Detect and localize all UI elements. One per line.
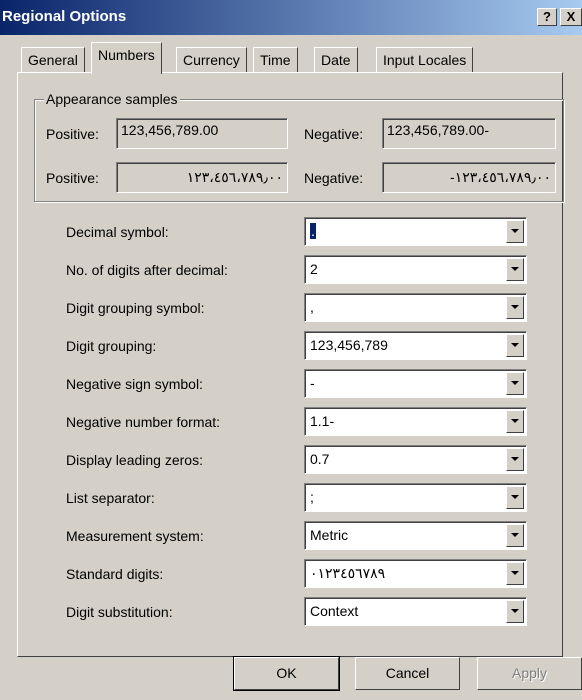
chevron-down-icon[interactable] xyxy=(506,220,524,243)
digit-substitution-label: Digit substitution: xyxy=(66,604,173,620)
list-separator-select[interactable]: ; xyxy=(304,483,527,512)
measurement-system-label: Measurement system: xyxy=(66,528,204,544)
negative-sample: 123,456,789.00- xyxy=(382,118,556,149)
measurement-system-select[interactable]: Metric xyxy=(304,521,527,550)
display-leading-zeros-value: 0.7 xyxy=(310,451,330,467)
tab-date[interactable]: Date xyxy=(314,47,358,72)
negative-native-label: Negative: xyxy=(304,170,364,186)
chevron-down-icon[interactable] xyxy=(506,258,524,281)
title-bar: Regional Options ? X xyxy=(0,0,582,35)
digit-grouping-symbol-value: , xyxy=(310,299,314,315)
measurement-system-value: Metric xyxy=(310,527,349,543)
tab-time[interactable]: Time xyxy=(253,47,298,72)
chevron-down-icon[interactable] xyxy=(506,524,524,547)
standard-digits-select[interactable]: ٠١٢٣٤٥٦٧٨٩ xyxy=(304,559,527,588)
chevron-down-icon[interactable] xyxy=(506,562,524,585)
chevron-down-icon[interactable] xyxy=(506,486,524,509)
positive-sample: 123,456,789.00 xyxy=(116,118,288,149)
chevron-down-icon[interactable] xyxy=(506,296,524,319)
digit-grouping-select[interactable]: 123,456,789 xyxy=(304,331,527,360)
decimal-symbol-label: Decimal symbol: xyxy=(66,224,169,240)
standard-digits-value: ٠١٢٣٤٥٦٧٨٩ xyxy=(310,565,386,581)
negative-sign-symbol-label: Negative sign symbol: xyxy=(66,376,203,392)
display-leading-zeros-label: Display leading zeros: xyxy=(66,452,203,468)
tab-numbers[interactable]: Numbers xyxy=(91,42,162,74)
standard-digits-label: Standard digits: xyxy=(66,566,164,582)
negative-sign-symbol-select[interactable]: - xyxy=(304,369,527,398)
chevron-down-icon[interactable] xyxy=(506,410,524,433)
digit-grouping-value: 123,456,789 xyxy=(310,337,388,353)
digit-grouping-symbol-label: Digit grouping symbol: xyxy=(66,300,205,316)
negative-label: Negative: xyxy=(304,126,364,142)
cancel-button[interactable]: Cancel xyxy=(355,657,460,690)
decimal-symbol-select[interactable]: . xyxy=(304,217,527,246)
negative-number-format-value: 1.1- xyxy=(310,413,335,429)
display-leading-zeros-select[interactable]: 0.7 xyxy=(304,445,527,474)
positive-native-sample: ١٢٣،٤٥٦،٧٨٩٫٠٠ xyxy=(116,162,288,193)
digits-after-decimal-select[interactable]: 2 xyxy=(304,255,527,284)
negative-number-format-label: Negative number format: xyxy=(66,414,221,430)
chevron-down-icon[interactable] xyxy=(506,600,524,623)
tab-input-locales[interactable]: Input Locales xyxy=(376,47,474,72)
tab-general[interactable]: General xyxy=(21,47,85,72)
apply-button[interactable]: Apply xyxy=(477,657,582,690)
tab-currency[interactable]: Currency xyxy=(176,47,247,72)
window-title: Regional Options xyxy=(2,8,127,25)
digits-after-decimal-value: 2 xyxy=(310,261,318,277)
positive-label: Positive: xyxy=(46,126,99,142)
chevron-down-icon[interactable] xyxy=(506,448,524,471)
list-separator-value: ; xyxy=(310,489,314,505)
negative-native-sample: -١٢٣،٤٥٦،٧٨٩٫٠٠ xyxy=(382,162,556,193)
negative-sign-symbol-value: - xyxy=(310,375,315,391)
digit-substitution-select[interactable]: Context xyxy=(304,597,527,626)
digit-grouping-symbol-select[interactable]: , xyxy=(304,293,527,322)
digits-after-decimal-label: No. of digits after decimal: xyxy=(66,262,228,278)
list-separator-label: List separator: xyxy=(66,490,155,506)
appearance-samples-legend: Appearance samples xyxy=(44,91,180,107)
chevron-down-icon[interactable] xyxy=(506,334,524,357)
digit-grouping-label: Digit grouping: xyxy=(66,338,157,354)
close-button[interactable]: X xyxy=(560,8,582,26)
help-button[interactable]: ? xyxy=(537,8,557,26)
negative-number-format-select[interactable]: 1.1- xyxy=(304,407,527,436)
chevron-down-icon[interactable] xyxy=(506,372,524,395)
digit-substitution-value: Context xyxy=(310,603,359,619)
decimal-symbol-value: . xyxy=(310,223,316,239)
positive-native-label: Positive: xyxy=(46,170,99,186)
ok-button[interactable]: OK xyxy=(233,656,340,691)
